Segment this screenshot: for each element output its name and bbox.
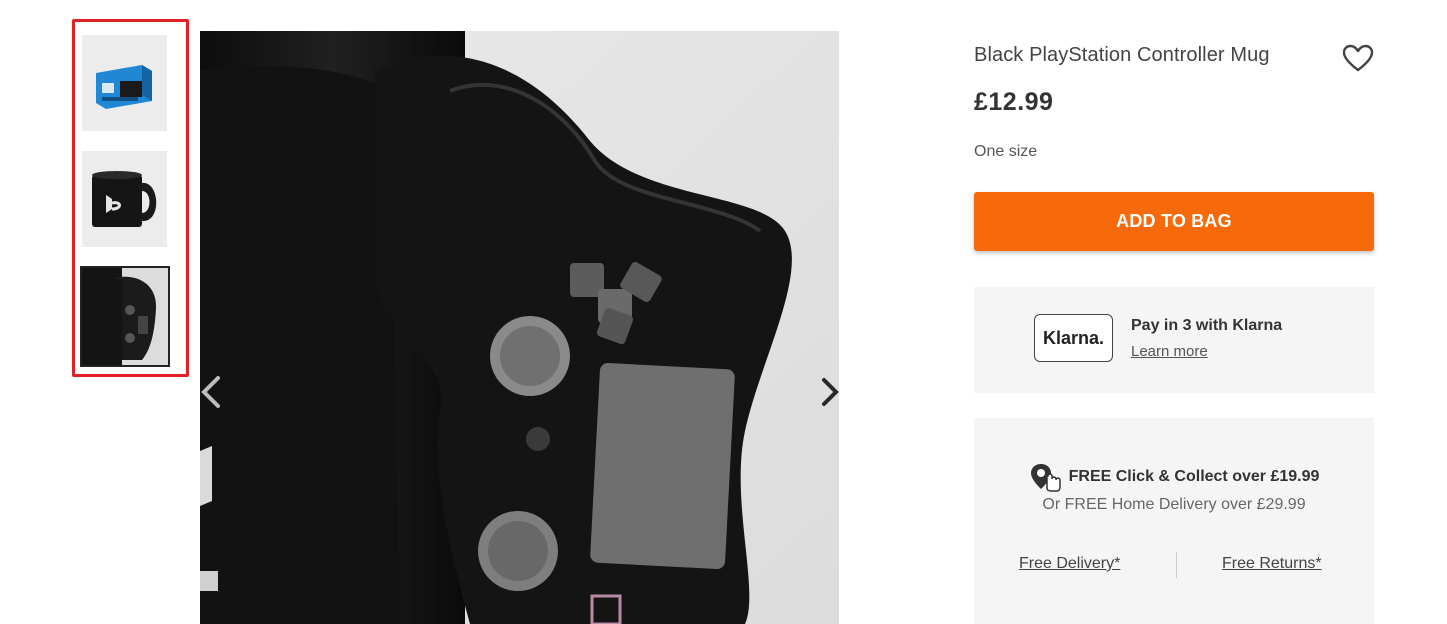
click-collect-row: FREE Click & Collect over £19.99 bbox=[974, 462, 1374, 492]
add-to-bag-button[interactable]: ADD TO BAG bbox=[974, 192, 1374, 251]
click-collect-text: FREE Click & Collect over £19.99 bbox=[1068, 468, 1320, 485]
product-price: £12.99 bbox=[974, 88, 1054, 116]
mug-handle-image bbox=[82, 268, 168, 365]
click-collect-icon bbox=[1030, 464, 1061, 492]
mug-front-image bbox=[82, 151, 167, 247]
klarna-logo: Klarna. bbox=[1034, 314, 1113, 362]
next-image-button[interactable] bbox=[812, 372, 848, 412]
main-product-image[interactable] bbox=[200, 31, 839, 624]
klarna-title: Pay in 3 with Klarna bbox=[1131, 317, 1283, 334]
size-label: One size bbox=[974, 143, 1038, 160]
links-divider bbox=[1176, 552, 1177, 578]
home-delivery-text: Or FREE Home Delivery over £29.99 bbox=[1042, 496, 1306, 513]
heart-icon bbox=[1342, 44, 1374, 72]
previous-image-button[interactable] bbox=[194, 372, 230, 412]
delivery-panel: FREE Click & Collect over £19.99 Or FREE… bbox=[974, 418, 1374, 624]
thumbnail-boxed-mug[interactable] bbox=[82, 35, 167, 131]
chevron-right-icon bbox=[822, 378, 839, 406]
klarna-panel: Klarna. Pay in 3 with Klarna Learn more bbox=[974, 287, 1374, 393]
klarna-learn-more-link[interactable]: Learn more bbox=[1131, 343, 1208, 360]
controller-mug-photo bbox=[200, 31, 839, 624]
free-delivery-link[interactable]: Free Delivery* bbox=[1019, 555, 1120, 573]
free-returns-link[interactable]: Free Returns* bbox=[1222, 555, 1322, 573]
thumbnail-mug-handle[interactable] bbox=[80, 266, 170, 367]
boxed-mug-image bbox=[82, 35, 167, 131]
chevron-left-icon bbox=[201, 376, 220, 408]
wishlist-button[interactable] bbox=[1342, 44, 1374, 72]
thumbnail-mug-front[interactable] bbox=[82, 151, 167, 247]
product-title: Black PlayStation Controller Mug bbox=[974, 44, 1270, 66]
